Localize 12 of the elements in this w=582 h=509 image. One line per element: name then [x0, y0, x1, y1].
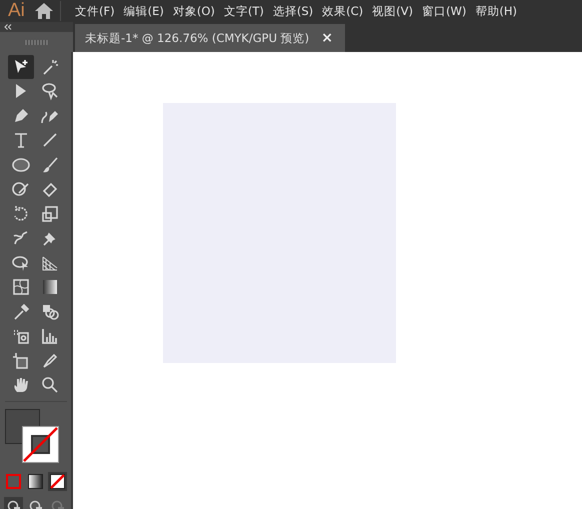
close-button[interactable]: × — [319, 30, 335, 46]
menu-item[interactable]: 文字(T) — [224, 4, 264, 18]
menu-item[interactable]: 视图(V) — [372, 4, 414, 18]
menu-item[interactable]: 对象(O) — [172, 4, 215, 18]
menu-item[interactable]: 帮助(H) — [475, 4, 517, 18]
app-logo: Ai — [8, 0, 26, 22]
menu-item[interactable]: 选择(S) — [272, 4, 314, 18]
document-tab[interactable]: 未标题-1* @ 126.76% (CMYK/GPU 预览) × — [75, 24, 345, 52]
menu-item[interactable]: 效果(C) — [322, 4, 364, 18]
menu-item[interactable]: 编辑(E) — [124, 4, 164, 18]
menu-item[interactable]: 文件(F) — [75, 4, 115, 18]
menu-item[interactable]: 窗口(W) — [422, 4, 466, 18]
